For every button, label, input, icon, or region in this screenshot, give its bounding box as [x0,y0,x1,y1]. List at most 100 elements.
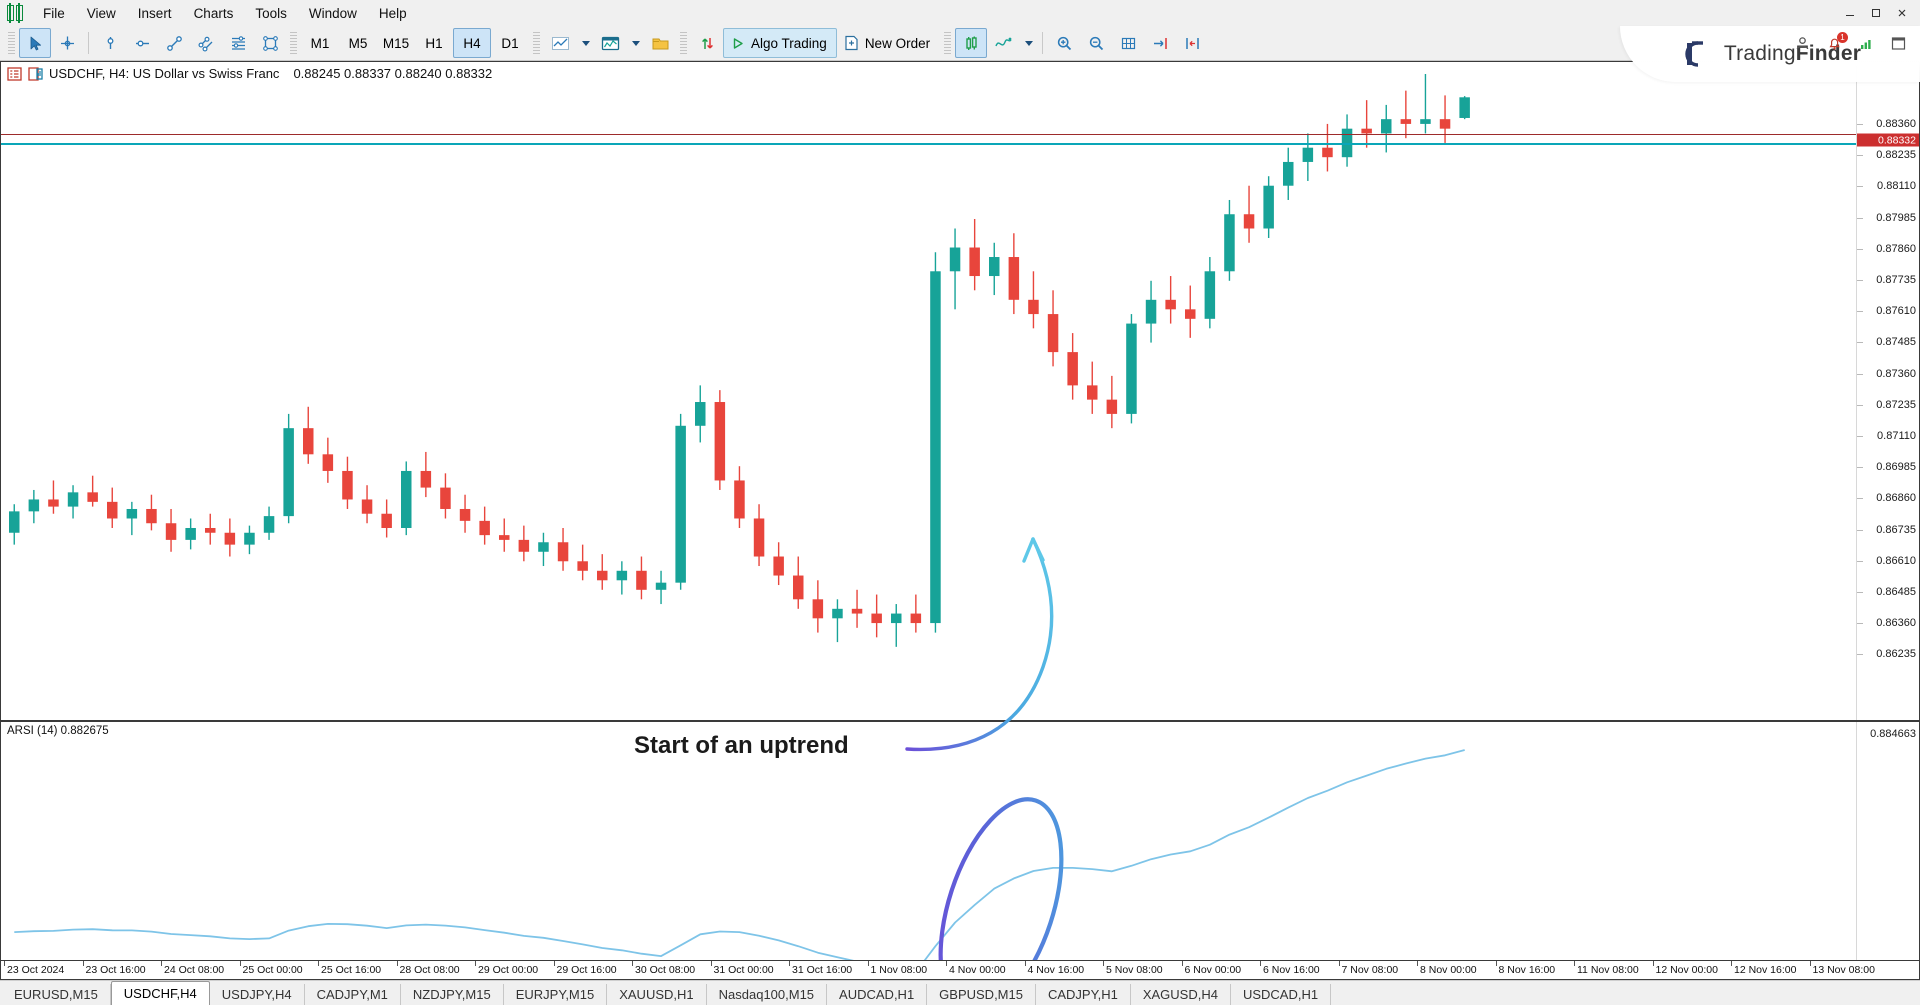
maximize-icon[interactable] [1864,3,1888,23]
trade-group-grip[interactable] [680,32,687,54]
price-tick-label: 0.86860 [1876,492,1916,504]
price-tick-label: 0.86985 [1876,461,1916,473]
chart-canvas[interactable]: USDCHF, H4: US Dollar vs Swiss Franc 0.8… [0,61,1920,980]
price-tick [1857,374,1863,375]
price-tick-label: 0.86360 [1876,617,1916,629]
auto-scroll-icon[interactable] [1176,28,1208,58]
candlestick-chart-icon[interactable] [955,28,987,58]
price-tick [1857,405,1863,406]
horizontal-line-tool[interactable] [126,28,158,58]
menu-insert[interactable]: Insert [127,2,183,25]
line-chart-icon[interactable] [544,28,576,58]
menu-help[interactable]: Help [368,2,418,25]
price-tick-label: 0.86735 [1876,524,1916,536]
user-profile-icon[interactable] [1786,28,1818,58]
time-axis[interactable]: 23 Oct 202423 Oct 16:0024 Oct 08:0025 Oc… [1,960,1919,979]
menu-view[interactable]: View [76,2,127,25]
timeframe-m15[interactable]: M15 [377,28,415,58]
minimize-icon[interactable] [1838,3,1862,23]
trendline-tool[interactable] [158,28,190,58]
grid-icon[interactable] [1112,28,1144,58]
indicators-dropdown[interactable] [626,28,644,58]
zoom-out-icon[interactable] [1080,28,1112,58]
price-tick-label: 0.87235 [1876,399,1916,411]
chart-tab[interactable]: USDCHF,H4 [111,981,210,1005]
price-tick-label: 0.86235 [1876,648,1916,660]
time-tick-label: 30 Oct 08:00 [635,964,695,976]
timeframe-group-grip[interactable] [290,32,297,54]
data-window-icon[interactable] [28,67,43,81]
bid-price-line [1,134,1857,135]
price-tick-label: 0.88360 [1876,118,1916,130]
chart-tab[interactable]: CADJPY,M1 [305,984,401,1005]
chart-tab[interactable]: EURJPY,M15 [504,984,608,1005]
chart-tab[interactable]: XAGUSD,H4 [1131,984,1231,1005]
indicators-chart-icon[interactable] [594,28,626,58]
time-tick [318,961,319,966]
chart-tab[interactable]: AUDCAD,H1 [827,984,927,1005]
time-tick [397,961,398,966]
oscillator-dropdown[interactable] [1019,28,1037,58]
new-order-button[interactable]: New Order [837,28,940,58]
time-tick-label: 4 Nov 00:00 [949,964,1006,976]
chart-tab[interactable]: Nasdaq100,M15 [707,984,827,1005]
up-down-arrows-icon[interactable] [691,28,723,58]
view-group-grip[interactable] [944,32,951,54]
timeframe-d1[interactable]: D1 [491,28,529,58]
annotation-arrow [901,517,1131,767]
menu-charts[interactable]: Charts [183,2,245,25]
time-tick-label: 5 Nov 08:00 [1106,964,1163,976]
rectangle-shape-tool[interactable] [254,28,286,58]
chart-tab[interactable]: USDJPY,H4 [210,984,305,1005]
close-icon[interactable] [1890,3,1914,23]
time-tick-label: 8 Nov 00:00 [1420,964,1477,976]
chart-tab[interactable]: GBPUSD,M15 [927,984,1036,1005]
crosshair-tool[interactable] [51,28,83,58]
time-tick-label: 12 Nov 00:00 [1656,964,1718,976]
chart-group-grip[interactable] [533,32,540,54]
price-tick [1857,654,1863,655]
price-tick [1857,592,1863,593]
chart-tab[interactable]: USDCAD,H1 [1231,984,1331,1005]
toolbar-grip[interactable] [8,32,15,54]
price-axis[interactable]: 0.883600.882350.881100.879850.878600.877… [1856,62,1919,720]
time-tick [1417,961,1418,966]
price-tick-label: 0.87360 [1876,368,1916,380]
timeframe-h4[interactable]: H4 [453,28,491,58]
time-tick-label: 29 Oct 00:00 [478,964,538,976]
notification-bell-icon[interactable]: 1 [1818,28,1850,58]
time-tick-label: 31 Oct 00:00 [714,964,774,976]
oscillator-icon[interactable] [987,28,1019,58]
chart-tab[interactable]: CADJPY,H1 [1036,984,1131,1005]
timeframe-m1[interactable]: M1 [301,28,339,58]
zoom-in-icon[interactable] [1048,28,1080,58]
menu-window[interactable]: Window [298,2,368,25]
chart-tab[interactable]: XAUUSD,H1 [607,984,706,1005]
time-tick [475,961,476,966]
chart-shift-icon[interactable] [1144,28,1176,58]
fullscreen-icon[interactable] [1882,28,1914,58]
equidistant-channel-tool[interactable] [190,28,222,58]
signal-bars-icon[interactable] [1850,28,1882,58]
time-tick [711,961,712,966]
chart-tab[interactable]: NZDJPY,M15 [401,984,504,1005]
fibonacci-retracement-tool[interactable] [222,28,254,58]
chart-properties-icon[interactable] [7,67,22,81]
vertical-line-tool[interactable] [94,28,126,58]
ask-price-line [1,143,1919,145]
menu-file[interactable]: File [32,2,76,25]
folder-template-icon[interactable] [644,28,676,58]
time-tick-label: 6 Nov 16:00 [1263,964,1320,976]
timeframe-h1[interactable]: H1 [415,28,453,58]
chart-tab[interactable]: EURUSD,M15 [2,984,111,1005]
current-price-badge: 0.88332 [1857,134,1919,147]
menu-tools[interactable]: Tools [244,2,298,25]
chart-type-dropdown[interactable] [576,28,594,58]
time-tick-label: 12 Nov 16:00 [1734,964,1796,976]
time-tick [789,961,790,966]
time-tick-label: 6 Nov 00:00 [1185,964,1242,976]
timeframe-m5[interactable]: M5 [339,28,377,58]
window-controls [1832,3,1920,23]
algo-trading-button[interactable]: Algo Trading [723,28,837,58]
cursor-tool[interactable] [19,28,51,58]
